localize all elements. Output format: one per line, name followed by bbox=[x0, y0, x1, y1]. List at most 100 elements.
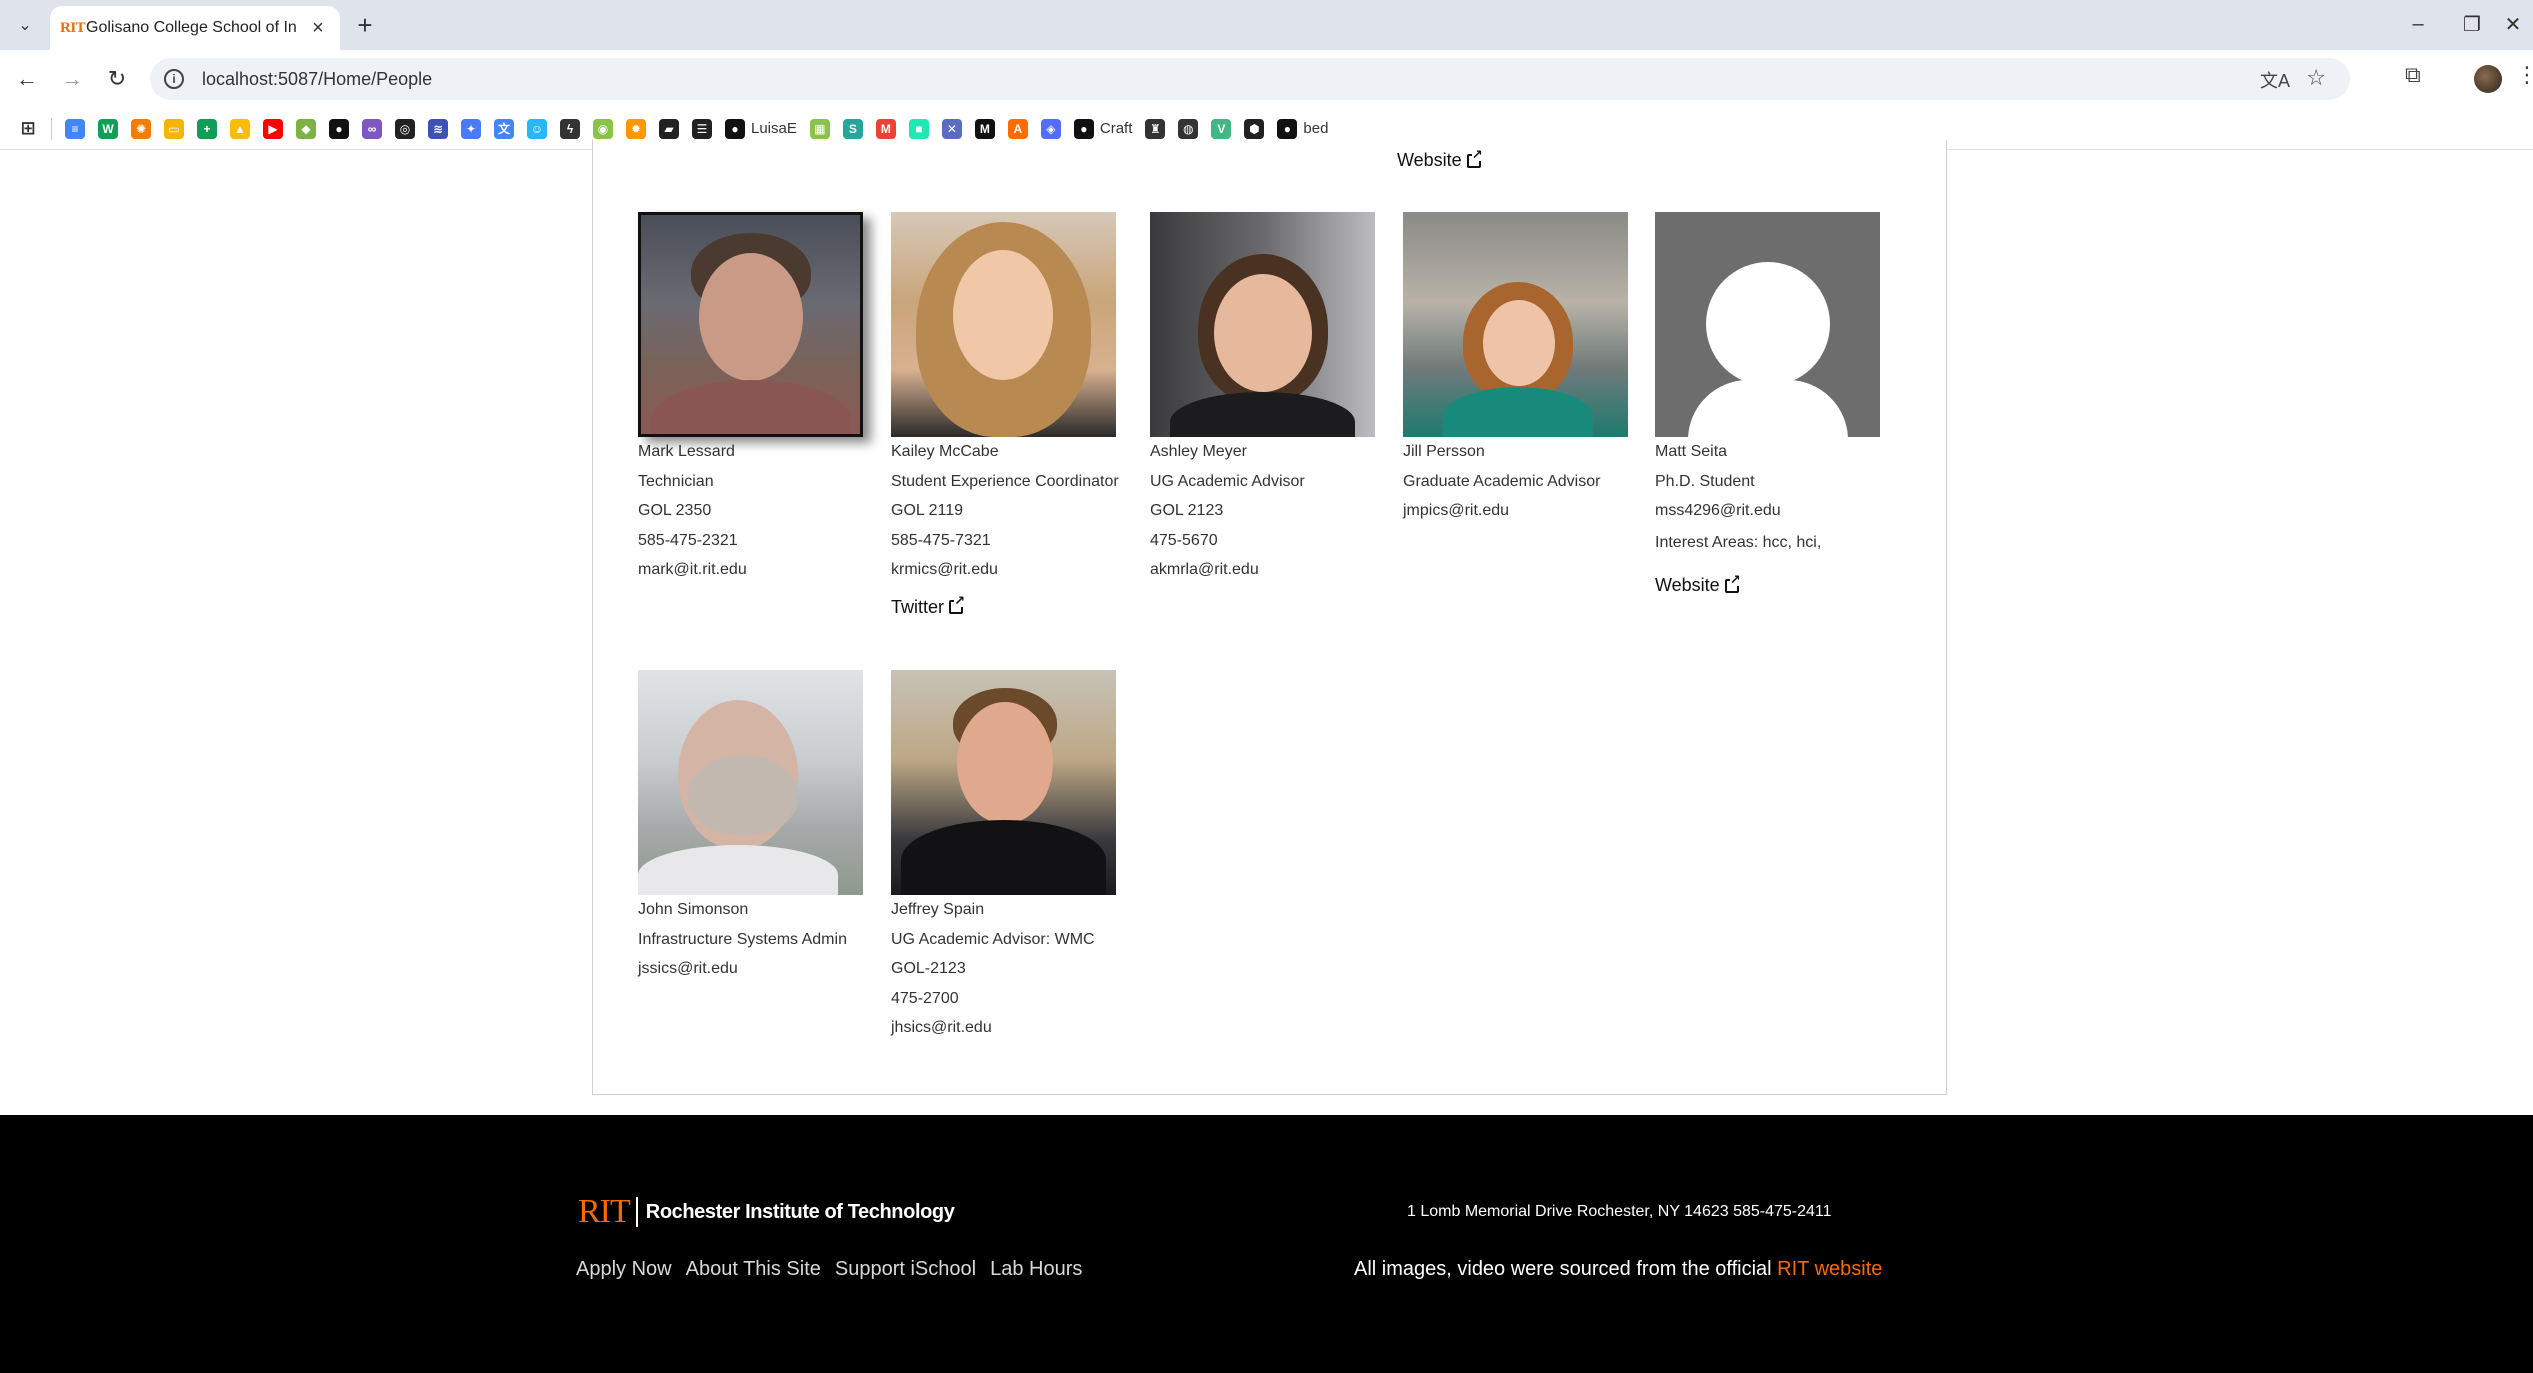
bookmark-purple-loop[interactable]: ∞ bbox=[362, 118, 382, 139]
bookmark-shield-bm[interactable]: ◈ bbox=[1040, 118, 1061, 139]
back-button[interactable]: ← bbox=[10, 62, 44, 96]
new-tab-button[interactable]: + bbox=[350, 10, 380, 40]
apps-grid-button[interactable]: ⊞ bbox=[18, 118, 38, 139]
rit-favicon-icon: RIT bbox=[60, 19, 86, 36]
external-link-icon bbox=[949, 594, 966, 614]
bookmark-star-icon[interactable]: ☆ bbox=[2306, 65, 2326, 91]
person-email[interactable]: mark@it.rit.edu bbox=[638, 555, 878, 585]
apps-grid-icon: ⊞ bbox=[20, 118, 36, 138]
restore-icon: ❐ bbox=[2463, 13, 2481, 36]
bookmark-orange-gear[interactable]: ✹ bbox=[626, 118, 646, 139]
extensions-puzzle-icon[interactable]: ⧉ bbox=[2405, 62, 2421, 88]
bookmark-orange-sun[interactable]: ✺ bbox=[131, 118, 151, 139]
person-room: GOL 2350 bbox=[638, 502, 712, 519]
person-room: GOL 2119 bbox=[891, 502, 964, 519]
rit-logo[interactable]: RIT Rochester Institute of Technology bbox=[578, 1193, 955, 1231]
bookmark-cube[interactable]: ⬢ bbox=[1244, 118, 1265, 139]
bookmark-teal-square[interactable]: ■ bbox=[908, 118, 929, 139]
bookmark-green-swirl[interactable]: S bbox=[842, 118, 863, 139]
bookmark-robot[interactable]: ☺ bbox=[527, 118, 547, 139]
rit-website-link[interactable]: RIT website bbox=[1777, 1258, 1882, 1280]
minimize-window-button[interactable]: – bbox=[2398, 8, 2438, 40]
bookmark-api[interactable]: A bbox=[1007, 118, 1028, 139]
photo-body bbox=[638, 845, 838, 895]
gemini-icon: ✦ bbox=[461, 118, 481, 139]
tab-search-button[interactable]: ⌄ bbox=[10, 10, 40, 40]
address-bar[interactable]: i localhost:5087/Home/People 文A ☆ bbox=[150, 58, 2350, 100]
person-email[interactable]: akmrla@rit.edu bbox=[1150, 555, 1390, 585]
person-photo bbox=[638, 212, 863, 437]
profile-avatar[interactable] bbox=[2474, 65, 2502, 93]
github-bed-icon: ● bbox=[1277, 118, 1298, 139]
bookmark-bolt[interactable]: ϟ bbox=[560, 118, 580, 139]
person-photo bbox=[1403, 212, 1628, 437]
bookmark-github-bed[interactable]: ● bed bbox=[1277, 118, 1328, 139]
bookmark-sheets[interactable]: W bbox=[98, 118, 118, 139]
more-menu-icon[interactable]: ⋮ bbox=[2516, 62, 2533, 88]
bookmark-tools[interactable]: ✕ bbox=[941, 118, 962, 139]
person-email[interactable]: mss4296@rit.edu bbox=[1655, 496, 1895, 526]
crest-icon: ♜ bbox=[1145, 118, 1166, 139]
bookmark-drive[interactable]: ▲ bbox=[230, 118, 250, 139]
bookmark-openai[interactable]: ◎ bbox=[395, 118, 415, 139]
restore-window-button[interactable]: ❐ bbox=[2452, 8, 2492, 40]
top-website-link[interactable]: Website bbox=[1397, 147, 1483, 171]
bookmark-gemini[interactable]: ✦ bbox=[461, 118, 481, 139]
reload-button[interactable]: ↻ bbox=[100, 62, 134, 96]
person-email[interactable]: jmpics@rit.edu bbox=[1403, 496, 1643, 526]
teal-square-icon: ■ bbox=[908, 118, 929, 139]
person-card-jill-persson: Jill Persson Graduate Academic Advisor j… bbox=[1403, 212, 1643, 526]
bookmarks-separator bbox=[51, 117, 52, 140]
close-tab-icon[interactable]: × bbox=[306, 17, 330, 40]
bookmark-github-craft[interactable]: ● Craft bbox=[1073, 118, 1132, 139]
bookmark-globe[interactable]: ◍ bbox=[1178, 118, 1199, 139]
bookmark-plus-sheet[interactable]: + bbox=[197, 118, 217, 139]
stack-icon: ☰ bbox=[692, 118, 712, 139]
person-photo bbox=[891, 670, 1116, 895]
bookmark-medium[interactable]: M bbox=[974, 118, 995, 139]
translate-icon[interactable]: 文A bbox=[2260, 67, 2290, 93]
person-name: John Simonson bbox=[638, 901, 749, 918]
close-window-button[interactable]: ✕ bbox=[2493, 8, 2533, 40]
bookmark-docs[interactable]: ≡ bbox=[65, 118, 85, 139]
bookmark-stack[interactable]: ☰ bbox=[692, 118, 712, 139]
bookmark-github-luisae[interactable]: ● LuisaE bbox=[725, 118, 797, 139]
bookmark-youtube[interactable]: ▶ bbox=[263, 118, 283, 139]
bookmark-github[interactable]: ● bbox=[329, 118, 349, 139]
bookmark-translate-bm[interactable]: 文 bbox=[494, 118, 514, 139]
footer-link-lab-hours[interactable]: Lab Hours bbox=[990, 1258, 1082, 1281]
github-luisae-icon: ● bbox=[725, 118, 745, 139]
green-swirl-icon: S bbox=[842, 118, 863, 139]
bookmark-android[interactable]: ◆ bbox=[296, 118, 316, 139]
footer-link-about-site[interactable]: About This Site bbox=[686, 1258, 821, 1281]
person-email[interactable]: krmics@rit.edu bbox=[891, 555, 1131, 585]
person-email[interactable]: jhsics@rit.edu bbox=[891, 1013, 1131, 1043]
footer-link-support-ischool[interactable]: Support iSchool bbox=[835, 1258, 976, 1281]
site-info-icon[interactable]: i bbox=[164, 69, 184, 89]
footer-links: Apply Now About This Site Support iSchoo… bbox=[576, 1258, 1096, 1281]
url-text[interactable]: localhost:5087/Home/People bbox=[202, 69, 432, 90]
bookmark-gmail[interactable]: M bbox=[875, 118, 896, 139]
bookmark-slides[interactable]: ▭ bbox=[164, 118, 184, 139]
bookmark-notebook[interactable]: ▰ bbox=[659, 118, 679, 139]
person-title: UG Academic Advisor: WMC bbox=[891, 930, 1095, 948]
website-link[interactable]: Website bbox=[1655, 572, 1895, 596]
bookmark-blue-wave[interactable]: ≋ bbox=[428, 118, 448, 139]
github-icon: ● bbox=[329, 118, 349, 139]
active-tab[interactable]: RIT Golisano College School of Informati… bbox=[50, 6, 340, 50]
person-phone: 585-475-7321 bbox=[891, 531, 991, 549]
person-name: Ashley Meyer bbox=[1150, 443, 1247, 460]
tab-strip: ⌄ RIT Golisano College School of Informa… bbox=[0, 0, 2533, 50]
forward-button[interactable]: → bbox=[55, 62, 89, 96]
person-title: Technician bbox=[638, 472, 714, 490]
external-link-icon bbox=[1724, 572, 1741, 593]
bookmark-image[interactable]: ▦ bbox=[809, 118, 830, 139]
footer-link-apply-now[interactable]: Apply Now bbox=[576, 1258, 672, 1281]
person-email[interactable]: jssics@rit.edu bbox=[638, 954, 878, 984]
person-photo bbox=[1150, 212, 1375, 437]
bookmark-crest[interactable]: ♜ bbox=[1145, 118, 1166, 139]
twitter-link[interactable]: Twitter bbox=[891, 594, 1131, 618]
bookmark-green-ring[interactable]: ◉ bbox=[593, 118, 613, 139]
bookmark-vue[interactable]: V bbox=[1211, 118, 1232, 139]
site-footer: RIT Rochester Institute of Technology Ap… bbox=[0, 1115, 2533, 1373]
